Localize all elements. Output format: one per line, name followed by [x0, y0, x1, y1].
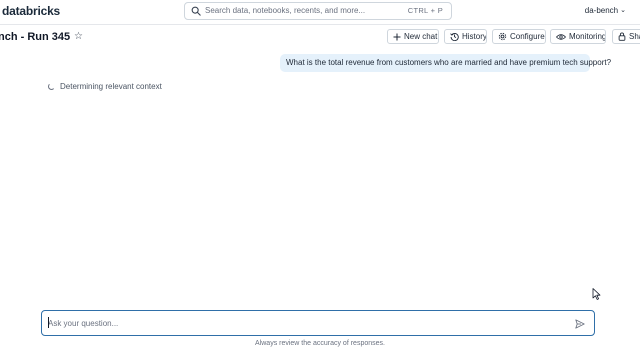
- monitoring-label: Monitoring: [569, 32, 606, 41]
- chevron-down-icon: ⌄: [620, 7, 626, 14]
- spinner-icon: [48, 83, 55, 90]
- share-label: Sha: [629, 32, 640, 41]
- user-message-bubble: What is the total revenue from customers…: [280, 54, 611, 72]
- star-icon[interactable]: ☆: [74, 31, 83, 42]
- monitoring-button[interactable]: Monitoring: [550, 29, 606, 44]
- text-caret: [48, 317, 49, 328]
- search-placeholder: Search data, notebooks, recents, and mor…: [205, 6, 366, 15]
- history-button[interactable]: History: [444, 29, 487, 44]
- history-icon: [450, 33, 459, 41]
- new-chat-button[interactable]: New chat: [387, 29, 439, 44]
- disclaimer-text: Always review the accuracy of responses.: [255, 340, 385, 347]
- configure-button[interactable]: Configure: [492, 29, 546, 44]
- top-divider: [0, 24, 640, 25]
- mouse-cursor-icon: [592, 288, 601, 300]
- search-shortcut: CTRL + P: [407, 6, 443, 15]
- top-bar: databricks Search data, notebooks, recen…: [0, 0, 640, 24]
- share-button[interactable]: Sha: [612, 29, 640, 44]
- question-input[interactable]: [48, 316, 558, 330]
- search-icon: [191, 6, 201, 16]
- global-search[interactable]: Search data, notebooks, recents, and mor…: [184, 2, 452, 20]
- eye-icon: [556, 33, 566, 40]
- gear-icon: [498, 32, 507, 41]
- databricks-logo[interactable]: databricks: [2, 4, 60, 18]
- question-input-container[interactable]: [41, 310, 595, 336]
- workspace-switcher[interactable]: da-bench ⌄: [585, 6, 626, 15]
- lock-icon: [618, 32, 626, 41]
- page-title: nch - Run 345: [0, 31, 71, 43]
- send-icon[interactable]: [575, 319, 585, 329]
- new-chat-label: New chat: [404, 32, 438, 41]
- plus-icon: [393, 33, 401, 40]
- status-text: Determining relevant context: [60, 82, 162, 91]
- workspace-name: da-bench: [584, 6, 619, 15]
- configure-label: Configure: [510, 32, 545, 41]
- assistant-status: Determining relevant context: [48, 82, 162, 91]
- history-label: History: [462, 32, 487, 41]
